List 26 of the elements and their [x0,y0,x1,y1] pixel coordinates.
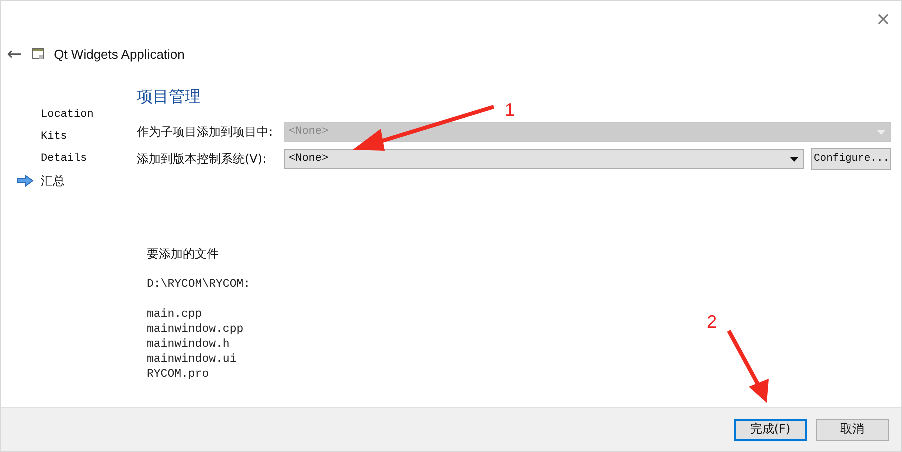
window-title: Qt Widgets Application [54,46,185,62]
back-icon[interactable]: ← [7,44,22,64]
cancel-button[interactable]: 取消 [816,418,889,440]
sidebar-item: Details [41,153,88,165]
caret-icon [790,156,799,162]
sidebar-item: Kits [41,131,68,143]
file-name: main.cpp [147,307,202,322]
field-label: 作为子项目添加到项目中: [137,124,274,140]
window-app-icon [32,48,44,60]
field-label: 添加到版本控制系统(V): [137,150,268,168]
annotation-number: 1 [505,101,516,119]
file-name: RYCOM.pro [147,367,210,382]
file-name: mainwindow.h [147,337,230,352]
file-name: mainwindow.cpp [147,322,244,337]
section-title: 项目管理 [137,87,202,108]
sidebar-item: Location [41,109,94,121]
configure-button[interactable]: Configure... [811,148,891,170]
file-path: D:\RYCOM\RYCOM: [147,277,251,292]
file-name: mainwindow.ui [147,352,237,367]
caret-icon [877,130,886,134]
sidebar-item: 汇总 [41,172,65,190]
dropdown-field[interactable]: <None> [284,149,804,169]
files-heading: 要添加的文件 [147,246,220,263]
finish-button[interactable]: 完成(F) [734,418,807,440]
close-icon[interactable]: × [876,8,891,30]
annotation-number: 2 [707,313,718,331]
